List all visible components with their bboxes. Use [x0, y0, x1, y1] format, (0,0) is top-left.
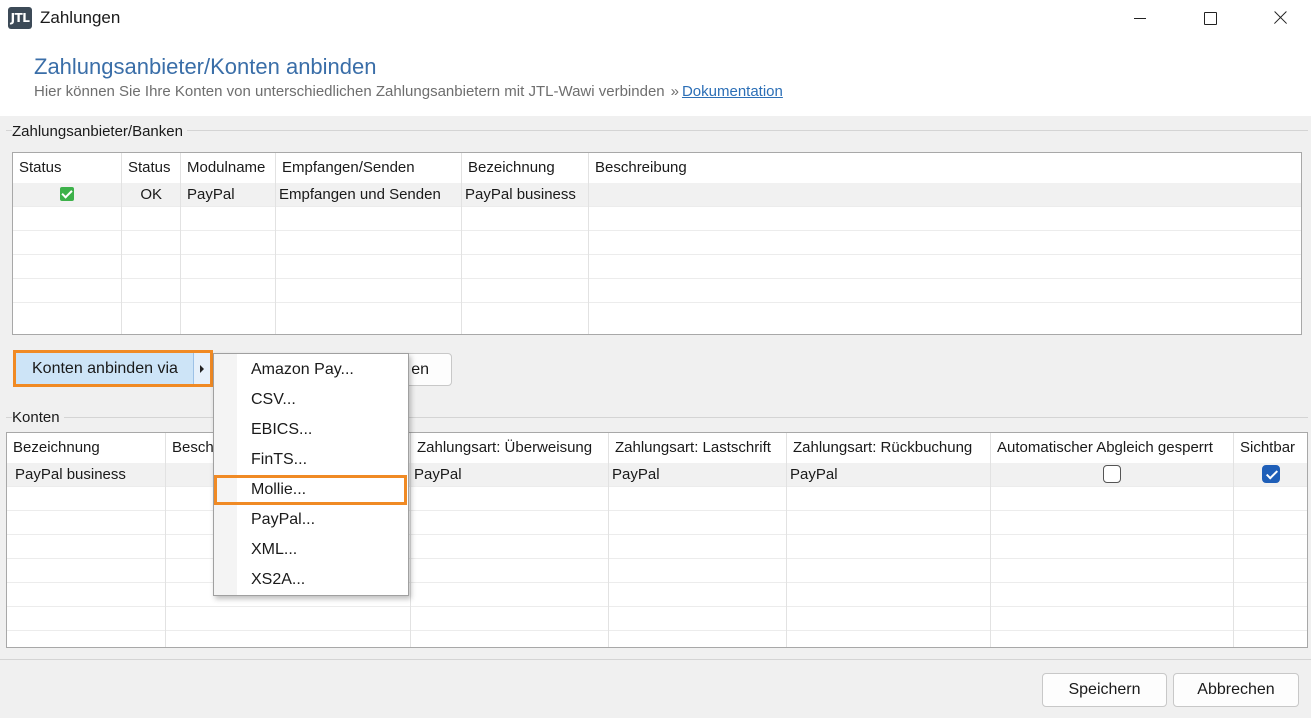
empty-row: [13, 207, 1301, 231]
column-header-chargeback[interactable]: Zahlungsart: Rückbuchung: [787, 433, 991, 463]
name-cell: PayPal business: [462, 183, 589, 207]
empty-row: [13, 303, 1301, 334]
menu-item-ebics[interactable]: EBICS...: [214, 415, 408, 445]
column-header-visible[interactable]: Sichtbar: [1234, 433, 1307, 463]
menu-item-paypal[interactable]: PayPal...: [214, 505, 408, 535]
providers-grid-header: Status Status Modulname Empfangen/Senden…: [13, 153, 1301, 183]
dropdown-arrow-button[interactable]: [193, 353, 210, 384]
menu-item-amazon-pay[interactable]: Amazon Pay...: [214, 355, 408, 385]
minimize-icon: [1134, 17, 1146, 19]
page-subtitle: Hier können Sie Ihre Konten von untersch…: [34, 83, 783, 100]
documentation-link[interactable]: Dokumentation: [682, 83, 783, 100]
transfer-cell: PayPal: [411, 463, 609, 487]
auto-lock-checkbox[interactable]: [1103, 464, 1121, 483]
close-icon: [1273, 11, 1287, 25]
menu-item-xs2a[interactable]: XS2A...: [214, 565, 408, 595]
chevron-right-icon: [200, 365, 204, 373]
column-header-transfer[interactable]: Zahlungsart: Überweisung: [411, 433, 609, 463]
empty-row: [13, 255, 1301, 279]
empty-row: [7, 535, 1307, 559]
account-name-cell: PayPal business: [7, 463, 166, 487]
empty-row: [7, 607, 1307, 631]
visible-cell: [1234, 463, 1307, 487]
menu-item-xml[interactable]: XML...: [214, 535, 408, 565]
column-header-direction[interactable]: Empfangen/Senden: [276, 153, 462, 183]
column-header-name[interactable]: Bezeichnung: [462, 153, 589, 183]
direction-cell: Empfangen und Senden: [276, 183, 462, 207]
providers-section-line: [6, 130, 1308, 131]
save-button[interactable]: Speichern: [1042, 673, 1167, 707]
status-icon-cell: [13, 183, 122, 207]
subtitle-separator: »: [670, 83, 679, 100]
column-header-status-icon[interactable]: Status: [13, 153, 122, 183]
connect-accounts-label: Konten anbinden via: [32, 360, 178, 377]
accounts-section-line: [6, 417, 1308, 418]
jtl-logo-icon: JTL: [8, 7, 32, 29]
providers-section-label: Zahlungsanbieter/Banken: [12, 123, 187, 140]
connect-via-menu[interactable]: Amazon Pay... CSV... EBICS... FinTS... M…: [213, 353, 409, 596]
column-header-module[interactable]: Modulname: [181, 153, 276, 183]
empty-row: [7, 487, 1307, 511]
menu-item-csv[interactable]: CSV...: [214, 385, 408, 415]
visible-checkbox[interactable]: [1261, 464, 1280, 483]
cancel-button[interactable]: Abbrechen: [1173, 673, 1299, 707]
empty-row: [13, 231, 1301, 255]
empty-row: [13, 279, 1301, 303]
status-cell: OK: [122, 183, 181, 207]
account-row[interactable]: PayPal business PayPal PayPal PayPal: [7, 463, 1307, 487]
provider-row[interactable]: OK PayPal Empfangen und Senden PayPal bu…: [13, 183, 1301, 207]
accounts-grid[interactable]: Bezeichnung Besch Zahlungsart: Überweisu…: [6, 432, 1308, 648]
description-cell: [589, 183, 1301, 207]
auto-lock-cell: [991, 463, 1234, 487]
subtitle-text: Hier können Sie Ihre Konten von untersch…: [34, 83, 665, 100]
empty-row: [7, 559, 1307, 583]
chargeback-cell: PayPal: [787, 463, 991, 487]
empty-row: [7, 511, 1307, 535]
empty-row: [7, 631, 1307, 647]
column-header-status[interactable]: Status: [122, 153, 181, 183]
accounts-grid-header: Bezeichnung Besch Zahlungsart: Überweisu…: [7, 433, 1307, 463]
column-header-account-name[interactable]: Bezeichnung: [7, 433, 166, 463]
column-header-description[interactable]: Beschreibung: [589, 153, 1301, 183]
title-bar: JTL Zahlungen: [0, 0, 1311, 38]
column-header-debit[interactable]: Zahlungsart: Lastschrift: [609, 433, 787, 463]
connect-accounts-split-button[interactable]: Konten anbinden via: [13, 350, 213, 387]
menu-item-mollie[interactable]: Mollie...: [214, 475, 407, 505]
check-icon: [60, 187, 74, 202]
minimize-button[interactable]: [1106, 0, 1174, 36]
window-title: Zahlungen: [40, 8, 121, 27]
debit-cell: PayPal: [609, 463, 787, 487]
empty-row: [7, 583, 1307, 607]
module-cell: PayPal: [181, 183, 276, 207]
page-title: Zahlungsanbieter/Konten anbinden: [34, 54, 377, 79]
maximize-icon: [1203, 11, 1217, 25]
page-header: Zahlungsanbieter/Konten anbinden Hier kö…: [0, 38, 1311, 116]
accounts-section-label: Konten: [12, 409, 64, 426]
close-button[interactable]: [1246, 0, 1311, 36]
footer-divider: [0, 659, 1311, 660]
column-header-auto-lock[interactable]: Automatischer Abgleich gesperrt: [991, 433, 1234, 463]
menu-item-fints[interactable]: FinTS...: [214, 445, 408, 475]
maximize-button[interactable]: [1176, 0, 1244, 36]
providers-grid[interactable]: Status Status Modulname Empfangen/Senden…: [12, 152, 1302, 335]
